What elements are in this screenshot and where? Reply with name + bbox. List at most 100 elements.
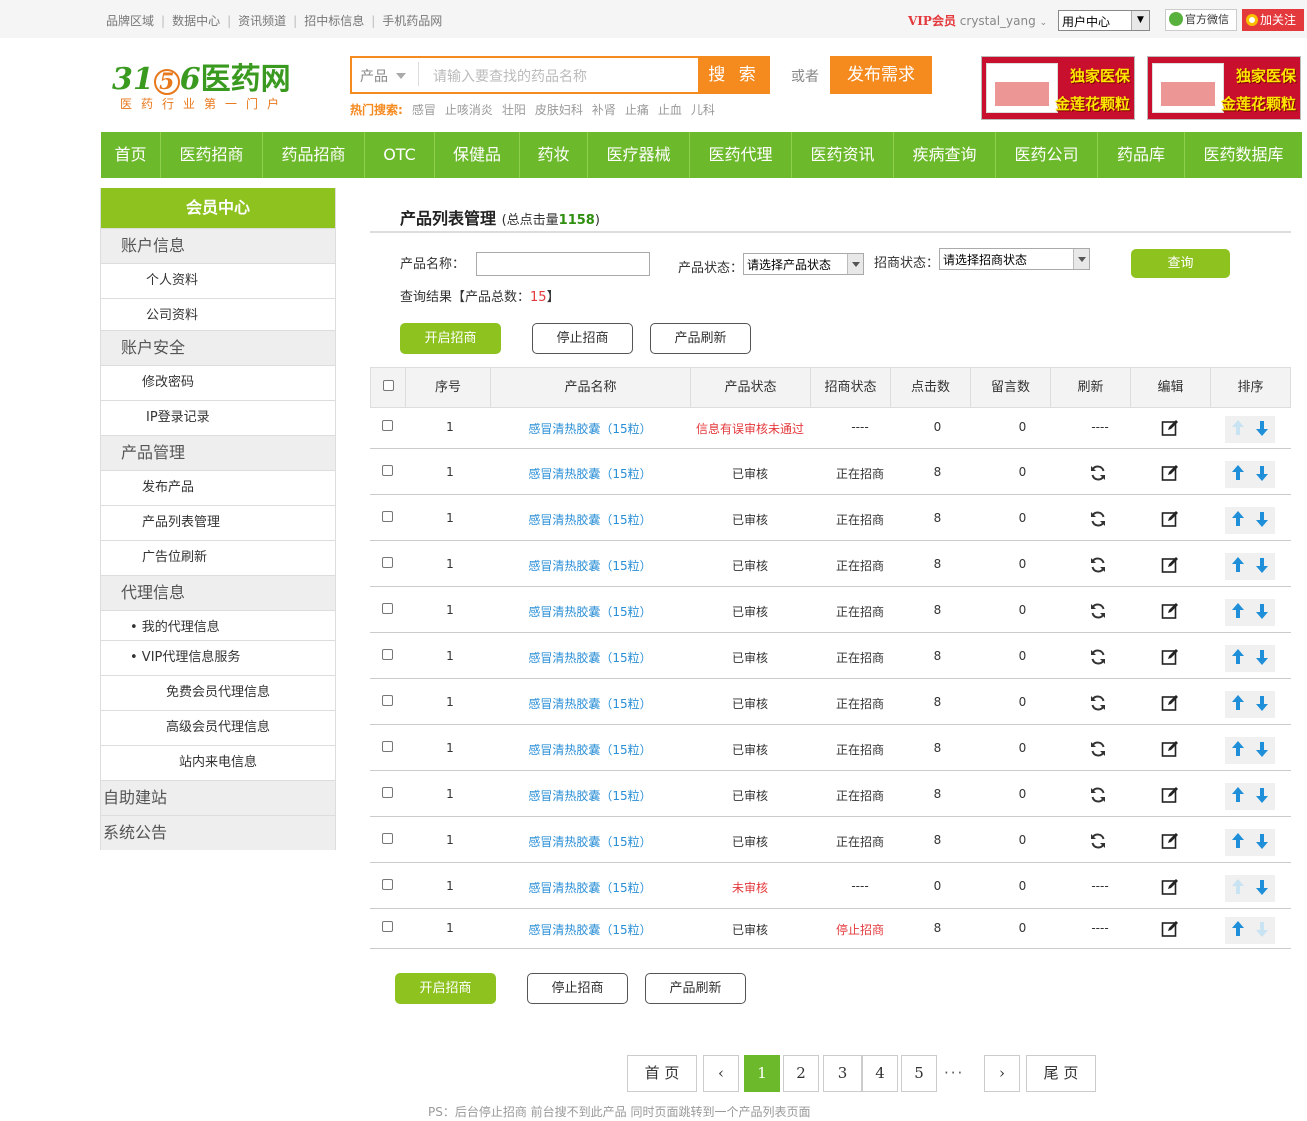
- row-checkbox[interactable]: [370, 649, 405, 663]
- hot-term[interactable]: 皮肤妇科: [535, 103, 583, 117]
- sidebar-group-security[interactable]: 账户安全: [101, 330, 335, 365]
- arrow-up-icon[interactable]: [1229, 555, 1247, 578]
- row-checkbox[interactable]: [370, 741, 405, 755]
- arrow-up-icon[interactable]: [1229, 647, 1247, 670]
- arrow-down-icon[interactable]: [1253, 693, 1271, 716]
- sidebar-item-product-list[interactable]: 产品列表管理: [101, 505, 335, 540]
- edit-icon[interactable]: [1130, 831, 1210, 854]
- hot-term[interactable]: 止痛: [625, 103, 649, 117]
- product-name-link[interactable]: 感冒清热胶囊（15粒）: [490, 465, 690, 482]
- row-checkbox[interactable]: [370, 603, 405, 617]
- sidebar-item-ad-refresh[interactable]: 广告位刷新: [101, 540, 335, 575]
- sidebar-item-calls[interactable]: 站内来电信息: [101, 745, 335, 780]
- hot-term[interactable]: 壮阳: [502, 103, 526, 117]
- arrow-up-icon[interactable]: [1229, 601, 1247, 624]
- arrow-up-icon[interactable]: [1229, 919, 1247, 942]
- page-button[interactable]: 1: [744, 1055, 780, 1092]
- nav-pharma-invest[interactable]: 医药招商: [161, 132, 263, 178]
- refresh-products-button[interactable]: 产品刷新: [645, 973, 746, 1004]
- sort-controls[interactable]: [1210, 875, 1290, 902]
- search-input[interactable]: 请输入要查找的药品名称: [433, 66, 587, 86]
- nav-companies[interactable]: 医药公司: [996, 132, 1098, 178]
- nav-health[interactable]: 保健品: [435, 132, 520, 178]
- hot-term[interactable]: 儿科: [691, 103, 715, 117]
- sort-controls[interactable]: [1210, 917, 1290, 944]
- row-checkbox[interactable]: [370, 465, 405, 479]
- sidebar-group-products[interactable]: 产品管理: [101, 435, 335, 470]
- sort-controls[interactable]: [1210, 599, 1290, 626]
- arrow-down-icon[interactable]: [1253, 418, 1271, 441]
- nav-otc[interactable]: OTC: [365, 132, 435, 178]
- last-page-button[interactable]: 尾 页: [1026, 1055, 1096, 1092]
- arrow-down-icon[interactable]: [1253, 647, 1271, 670]
- query-button[interactable]: 查询: [1131, 249, 1230, 278]
- sort-controls[interactable]: [1210, 691, 1290, 718]
- edit-icon[interactable]: [1130, 785, 1210, 808]
- sidebar-item-profile[interactable]: 个人资料: [101, 263, 335, 298]
- product-name-link[interactable]: 感冒清热胶囊（15粒）: [490, 787, 690, 804]
- site-logo[interactable]: 31 5 6医药网: [112, 54, 291, 98]
- select-all-checkbox[interactable]: [382, 380, 394, 391]
- nav-home[interactable]: 首页: [101, 132, 161, 178]
- nav-drug-invest[interactable]: 药品招商: [263, 132, 365, 178]
- page-button[interactable]: 4: [862, 1055, 898, 1092]
- product-status-select[interactable]: 请选择产品状态: [743, 253, 864, 275]
- product-name-link[interactable]: 感冒清热胶囊（15粒）: [490, 921, 690, 938]
- arrow-down-icon[interactable]: [1253, 785, 1271, 808]
- edit-icon[interactable]: [1130, 919, 1210, 942]
- start-invest-button[interactable]: 开启招商: [395, 973, 496, 1004]
- arrow-down-icon[interactable]: [1253, 601, 1271, 624]
- top-link-news[interactable]: 资讯频道: [238, 14, 286, 28]
- nav-drug-library[interactable]: 药品库: [1098, 132, 1185, 178]
- product-name-link[interactable]: 感冒清热胶囊（15粒）: [490, 741, 690, 758]
- arrow-up-icon[interactable]: [1229, 831, 1247, 854]
- sidebar-item-my-agency[interactable]: • 我的代理信息: [101, 610, 335, 640]
- sidebar-item-premium-agency[interactable]: 高级会员代理信息: [101, 710, 335, 745]
- product-name-link[interactable]: 感冒清热胶囊（15粒）: [490, 511, 690, 528]
- row-checkbox[interactable]: [370, 833, 405, 847]
- edit-icon[interactable]: [1130, 877, 1210, 900]
- edit-icon[interactable]: [1130, 418, 1210, 441]
- weibo-follow-button[interactable]: 加关注: [1242, 9, 1304, 31]
- top-link-brand[interactable]: 品牌区域: [106, 14, 154, 28]
- product-name-link[interactable]: 感冒清热胶囊（15粒）: [490, 420, 690, 437]
- zs-status-select[interactable]: 请选择招商状态: [939, 248, 1090, 270]
- edit-icon[interactable]: [1130, 509, 1210, 532]
- wechat-button[interactable]: 官方微信: [1165, 9, 1237, 31]
- hot-term[interactable]: 感冒: [412, 103, 436, 117]
- sidebar-group-agency[interactable]: 代理信息: [101, 575, 335, 610]
- search-category-select[interactable]: 产品: [360, 66, 406, 86]
- arrow-down-icon[interactable]: [1253, 831, 1271, 854]
- row-checkbox[interactable]: [370, 787, 405, 801]
- row-checkbox[interactable]: [370, 511, 405, 525]
- arrow-up-icon[interactable]: [1229, 785, 1247, 808]
- vip-user[interactable]: VIP会员 crystal_yang ⌄: [908, 12, 1047, 29]
- first-page-button[interactable]: 首 页: [627, 1055, 697, 1092]
- arrow-up-icon[interactable]: [1229, 463, 1247, 486]
- nav-disease[interactable]: 疾病查询: [894, 132, 996, 178]
- product-name-link[interactable]: 感冒清热胶囊（15粒）: [490, 695, 690, 712]
- sort-controls[interactable]: [1210, 507, 1290, 534]
- product-name-link[interactable]: 感冒清热胶囊（15粒）: [490, 649, 690, 666]
- edit-icon[interactable]: [1130, 647, 1210, 670]
- product-name-link[interactable]: 感冒清热胶囊（15粒）: [490, 833, 690, 850]
- page-button[interactable]: 5: [901, 1055, 937, 1092]
- publish-demand-button[interactable]: 发布需求: [830, 56, 932, 94]
- sidebar-group-account[interactable]: 账户信息: [101, 228, 335, 263]
- row-checkbox[interactable]: [370, 695, 405, 709]
- arrow-down-icon[interactable]: [1253, 463, 1271, 486]
- sort-controls[interactable]: [1210, 416, 1290, 443]
- sidebar-item-ip-log[interactable]: IP登录记录: [101, 400, 335, 435]
- user-center-select[interactable]: 用户中心 ▼: [1058, 10, 1150, 31]
- row-checkbox[interactable]: [370, 879, 405, 893]
- product-name-link[interactable]: 感冒清热胶囊（15粒）: [490, 603, 690, 620]
- row-checkbox[interactable]: [370, 921, 405, 935]
- sort-controls[interactable]: [1210, 783, 1290, 810]
- prev-page-button[interactable]: ‹: [703, 1055, 739, 1092]
- page-button[interactable]: 2: [783, 1055, 819, 1092]
- nav-agency[interactable]: 医药代理: [690, 132, 792, 178]
- top-link-mobile[interactable]: 手机药品网: [382, 14, 442, 28]
- refresh-products-button[interactable]: 产品刷新: [650, 323, 751, 354]
- edit-icon[interactable]: [1130, 739, 1210, 762]
- sidebar-item-publish[interactable]: 发布产品: [101, 470, 335, 505]
